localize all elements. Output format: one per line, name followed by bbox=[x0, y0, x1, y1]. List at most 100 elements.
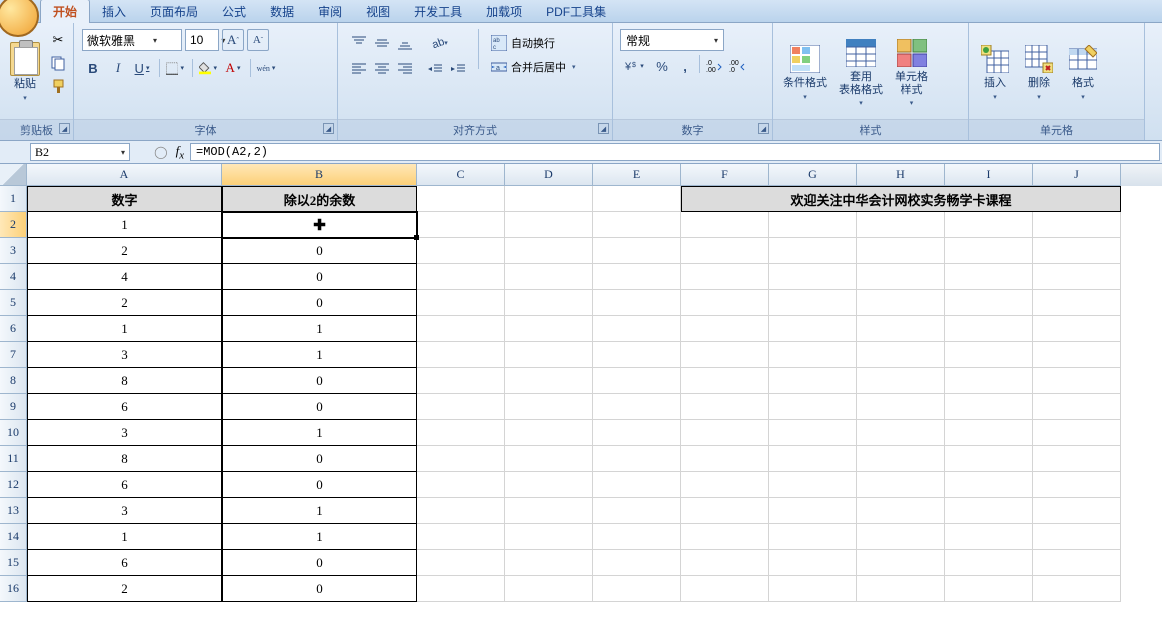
align-middle-button[interactable] bbox=[371, 32, 393, 54]
cell-I12[interactable] bbox=[945, 472, 1033, 498]
cell-B10[interactable]: 1 bbox=[222, 420, 417, 446]
cut-button[interactable]: ✂ bbox=[48, 30, 68, 50]
cell-H8[interactable] bbox=[857, 368, 945, 394]
cell-I4[interactable] bbox=[945, 264, 1033, 290]
cell-G2[interactable] bbox=[769, 212, 857, 238]
cell-H2[interactable] bbox=[857, 212, 945, 238]
cell-B16[interactable]: 0 bbox=[222, 576, 417, 602]
cell-I14[interactable] bbox=[945, 524, 1033, 550]
cell-C3[interactable] bbox=[417, 238, 505, 264]
row-header-9[interactable]: 9 bbox=[0, 394, 27, 420]
cell-E6[interactable] bbox=[593, 316, 681, 342]
cell-A1[interactable]: 数字 bbox=[27, 186, 222, 212]
row-header-15[interactable]: 15 bbox=[0, 550, 27, 576]
cell-D5[interactable] bbox=[505, 290, 593, 316]
number-dialog-launcher[interactable]: ◢ bbox=[758, 123, 769, 134]
cell-B5[interactable]: 0 bbox=[222, 290, 417, 316]
cell-I8[interactable] bbox=[945, 368, 1033, 394]
row-header-3[interactable]: 3 bbox=[0, 238, 27, 264]
format-cells-button[interactable]: 格式▾ bbox=[1061, 26, 1105, 118]
cell-G13[interactable] bbox=[769, 498, 857, 524]
cell-F8[interactable] bbox=[681, 368, 769, 394]
cell-D4[interactable] bbox=[505, 264, 593, 290]
col-header-C[interactable]: C bbox=[417, 164, 505, 186]
cell-H5[interactable] bbox=[857, 290, 945, 316]
cell-B14[interactable]: 1 bbox=[222, 524, 417, 550]
col-header-B[interactable]: B bbox=[222, 164, 417, 186]
row-header-8[interactable]: 8 bbox=[0, 368, 27, 394]
cell-A8[interactable]: 8 bbox=[27, 368, 222, 394]
cell-C14[interactable] bbox=[417, 524, 505, 550]
cell-A15[interactable]: 6 bbox=[27, 550, 222, 576]
cell-J14[interactable] bbox=[1033, 524, 1121, 550]
tab-developer[interactable]: 开发工具 bbox=[402, 0, 474, 23]
wrap-text-button[interactable]: abc 自动换行 bbox=[485, 32, 582, 54]
cell-A3[interactable]: 2 bbox=[27, 238, 222, 264]
row-header-10[interactable]: 10 bbox=[0, 420, 27, 446]
cell-H7[interactable] bbox=[857, 342, 945, 368]
cell-D3[interactable] bbox=[505, 238, 593, 264]
cell-G11[interactable] bbox=[769, 446, 857, 472]
cell-J2[interactable] bbox=[1033, 212, 1121, 238]
cell-H15[interactable] bbox=[857, 550, 945, 576]
cell-C2[interactable] bbox=[417, 212, 505, 238]
cell-G8[interactable] bbox=[769, 368, 857, 394]
align-bottom-button[interactable] bbox=[394, 32, 416, 54]
cell-C16[interactable] bbox=[417, 576, 505, 602]
cell-I7[interactable] bbox=[945, 342, 1033, 368]
font-dialog-launcher[interactable]: ◢ bbox=[323, 123, 334, 134]
cell-J8[interactable] bbox=[1033, 368, 1121, 394]
cell-F6[interactable] bbox=[681, 316, 769, 342]
cell-C5[interactable] bbox=[417, 290, 505, 316]
cell-H3[interactable] bbox=[857, 238, 945, 264]
font-color-button[interactable]: A bbox=[223, 57, 245, 79]
name-box[interactable]: B2▾ bbox=[30, 143, 130, 161]
row-header-14[interactable]: 14 bbox=[0, 524, 27, 550]
cell-D9[interactable] bbox=[505, 394, 593, 420]
tab-data[interactable]: 数据 bbox=[258, 0, 306, 23]
tab-layout[interactable]: 页面布局 bbox=[138, 0, 210, 23]
cell-G16[interactable] bbox=[769, 576, 857, 602]
cell-E8[interactable] bbox=[593, 368, 681, 394]
cell-G3[interactable] bbox=[769, 238, 857, 264]
cell-A7[interactable]: 3 bbox=[27, 342, 222, 368]
cell-D8[interactable] bbox=[505, 368, 593, 394]
cell-H13[interactable] bbox=[857, 498, 945, 524]
cell-A13[interactable]: 3 bbox=[27, 498, 222, 524]
cell-B3[interactable]: 0 bbox=[222, 238, 417, 264]
cell-I10[interactable] bbox=[945, 420, 1033, 446]
col-header-J[interactable]: J bbox=[1033, 164, 1121, 186]
increase-font-button[interactable]: Aˆ bbox=[222, 29, 244, 51]
banner-cell[interactable]: 欢迎关注中华会计网校实务畅学卡课程 bbox=[681, 186, 1121, 212]
cell-A10[interactable]: 3 bbox=[27, 420, 222, 446]
cell-I16[interactable] bbox=[945, 576, 1033, 602]
row-header-11[interactable]: 11 bbox=[0, 446, 27, 472]
decrease-indent-button[interactable] bbox=[424, 58, 446, 80]
cell-G14[interactable] bbox=[769, 524, 857, 550]
cell-B8[interactable]: 0 bbox=[222, 368, 417, 394]
format-as-table-button[interactable]: 套用 表格格式▾ bbox=[833, 26, 889, 118]
cell-E9[interactable] bbox=[593, 394, 681, 420]
row-header-12[interactable]: 12 bbox=[0, 472, 27, 498]
row-header-6[interactable]: 6 bbox=[0, 316, 27, 342]
cell-J6[interactable] bbox=[1033, 316, 1121, 342]
cell-H11[interactable] bbox=[857, 446, 945, 472]
cell-J11[interactable] bbox=[1033, 446, 1121, 472]
align-center-button[interactable] bbox=[371, 58, 393, 80]
cell-H9[interactable] bbox=[857, 394, 945, 420]
cell-E2[interactable] bbox=[593, 212, 681, 238]
cell-J5[interactable] bbox=[1033, 290, 1121, 316]
cell-E1[interactable] bbox=[593, 186, 681, 212]
format-painter-button[interactable] bbox=[48, 76, 68, 96]
orientation-button[interactable]: ab▾ bbox=[424, 32, 454, 54]
col-header-F[interactable]: F bbox=[681, 164, 769, 186]
increase-indent-button[interactable] bbox=[447, 58, 469, 80]
cell-G15[interactable] bbox=[769, 550, 857, 576]
italic-button[interactable]: I bbox=[107, 57, 129, 79]
cell-G4[interactable] bbox=[769, 264, 857, 290]
cell-E5[interactable] bbox=[593, 290, 681, 316]
cell-I11[interactable] bbox=[945, 446, 1033, 472]
cell-C9[interactable] bbox=[417, 394, 505, 420]
insert-cells-button[interactable]: 插入▾ bbox=[973, 26, 1017, 118]
cell-J3[interactable] bbox=[1033, 238, 1121, 264]
